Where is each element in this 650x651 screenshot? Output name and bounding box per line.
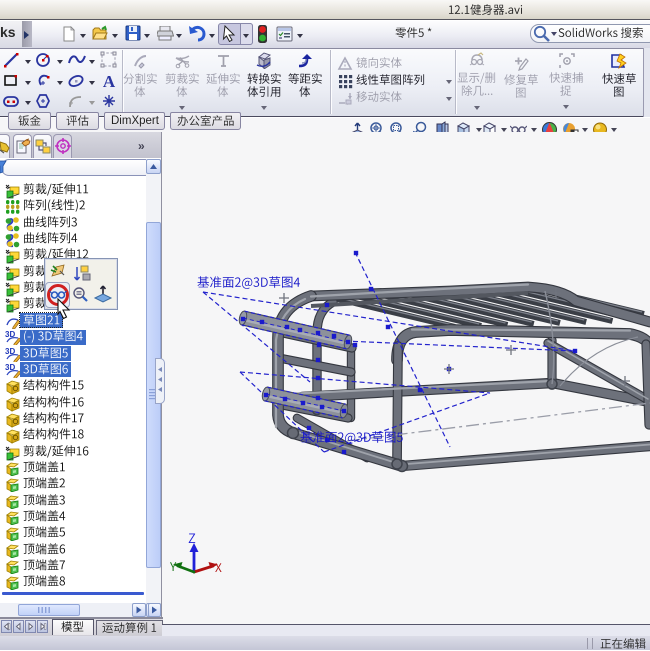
svg-text:A: A [103,72,116,90]
